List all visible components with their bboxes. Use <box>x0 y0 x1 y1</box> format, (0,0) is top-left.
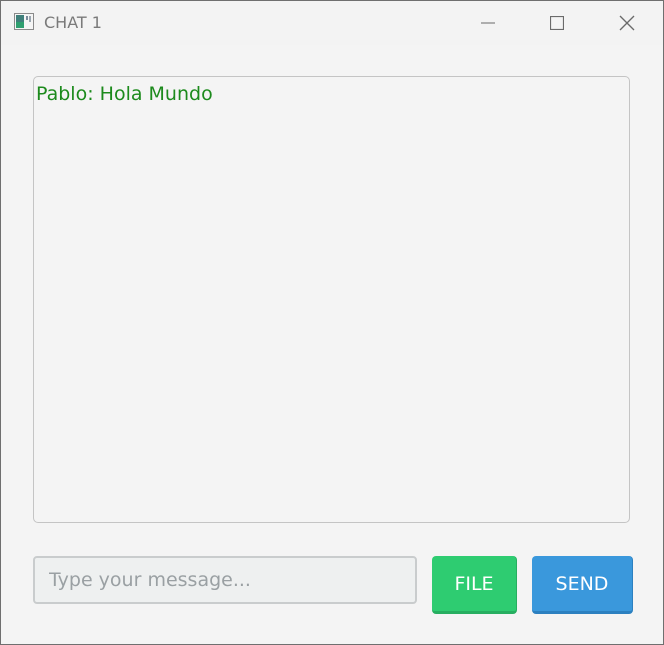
title-bar[interactable]: CHAT 1 <box>1 1 663 45</box>
chat-window: CHAT 1 Pablo: Hola Mundo FILE SEND <box>0 0 664 645</box>
send-button[interactable]: SEND <box>532 556 633 614</box>
minimize-icon <box>481 16 495 30</box>
close-button[interactable] <box>593 1 661 45</box>
maximize-icon <box>550 16 564 30</box>
window-title: CHAT 1 <box>44 13 102 32</box>
file-button[interactable]: FILE <box>432 556 517 614</box>
close-icon <box>619 15 635 31</box>
chat-message: Pablo: Hola Mundo <box>36 83 213 105</box>
chat-messages-area[interactable]: Pablo: Hola Mundo <box>33 76 630 523</box>
minimize-button[interactable] <box>454 1 522 45</box>
app-icon <box>14 13 34 30</box>
message-input[interactable] <box>33 556 417 604</box>
maximize-button[interactable] <box>523 1 591 45</box>
